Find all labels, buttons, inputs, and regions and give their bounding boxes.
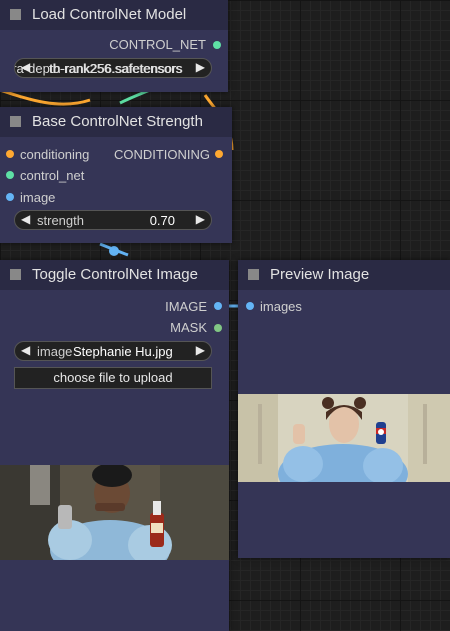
link-conditioning-in xyxy=(0,88,91,106)
input-label-conditioning: conditioning xyxy=(20,147,90,162)
ckpt-name-combo[interactable]: ora-depth-rank256.safetensors tb-rank256… xyxy=(14,58,212,78)
node-title: Base ControlNet Strength xyxy=(32,113,203,130)
output-socket-mask[interactable] xyxy=(214,324,222,332)
input-label-image: image xyxy=(20,190,56,205)
load-controlnet-node[interactable]: Load ControlNet Model CONTROL_NET ora-de… xyxy=(0,0,228,92)
strength-title-bar[interactable]: Base ControlNet Strength xyxy=(0,107,232,137)
arrow-left-icon[interactable]: ◀ xyxy=(21,212,30,226)
strength-value: 0.70 xyxy=(149,213,175,228)
output-label-conditioning: CONDITIONING xyxy=(113,147,210,162)
output-socket-conditioning[interactable] xyxy=(215,150,223,158)
preview-title-bar[interactable]: Preview Image xyxy=(238,260,450,290)
toggle-controlnet-image-node[interactable]: Toggle ControlNet Image IMAGE MASK ◀ ima… xyxy=(0,260,229,631)
node-title: Toggle ControlNet Image xyxy=(32,266,198,283)
combo-value: tb-rank256.safetensors xyxy=(49,61,182,76)
base-controlnet-strength-node[interactable]: Base ControlNet Strength conditioning co… xyxy=(0,107,232,243)
node-title: Preview Image xyxy=(270,266,370,283)
upload-button[interactable]: choose file to upload xyxy=(14,367,212,389)
collapse-toggle-icon[interactable] xyxy=(10,269,21,280)
output-label-image: IMAGE xyxy=(165,299,207,314)
output-label-control-net: CONTROL_NET xyxy=(109,37,206,52)
input-socket-conditioning[interactable] xyxy=(6,150,14,158)
collapse-toggle-icon[interactable] xyxy=(248,269,259,280)
strength-label: strength xyxy=(37,213,84,228)
output-socket-control-net[interactable] xyxy=(213,41,221,49)
load-controlnet-title-bar[interactable]: Load ControlNet Model xyxy=(0,0,228,30)
arrow-right-icon[interactable]: ▶ xyxy=(196,212,205,226)
arrow-right-icon[interactable]: ▶ xyxy=(196,343,205,357)
output-socket-image[interactable] xyxy=(214,302,222,310)
arrow-left-icon[interactable]: ◀ xyxy=(21,343,30,357)
image-combo[interactable]: ◀ image Stephanie Hu.jpg ▶ xyxy=(14,341,212,361)
image-label: image xyxy=(37,344,73,359)
input-label-control-net: control_net xyxy=(20,168,85,183)
collapse-toggle-icon[interactable] xyxy=(10,9,21,20)
output-label-mask: MASK xyxy=(170,320,207,335)
image-value: Stephanie Hu.jpg xyxy=(73,344,173,359)
collapse-toggle-icon[interactable] xyxy=(10,116,21,127)
link-reroute-dot xyxy=(109,246,119,256)
strength-slider[interactable]: ◀ strength 0.70 ▶ xyxy=(14,210,212,230)
input-label-images: images xyxy=(260,299,302,314)
input-socket-image[interactable] xyxy=(6,193,14,201)
arrow-right-icon[interactable]: ▶ xyxy=(196,60,205,74)
loaded-image-thumbnail xyxy=(0,465,229,560)
arrow-left-icon[interactable]: ◀ xyxy=(21,60,30,74)
input-socket-control-net[interactable] xyxy=(6,171,14,179)
node-title: Load ControlNet Model xyxy=(32,6,187,23)
preview-image-node[interactable]: Preview Image images xyxy=(238,260,450,558)
toggle-title-bar[interactable]: Toggle ControlNet Image xyxy=(0,260,229,290)
input-socket-images[interactable] xyxy=(246,302,254,310)
preview-image xyxy=(238,394,450,482)
